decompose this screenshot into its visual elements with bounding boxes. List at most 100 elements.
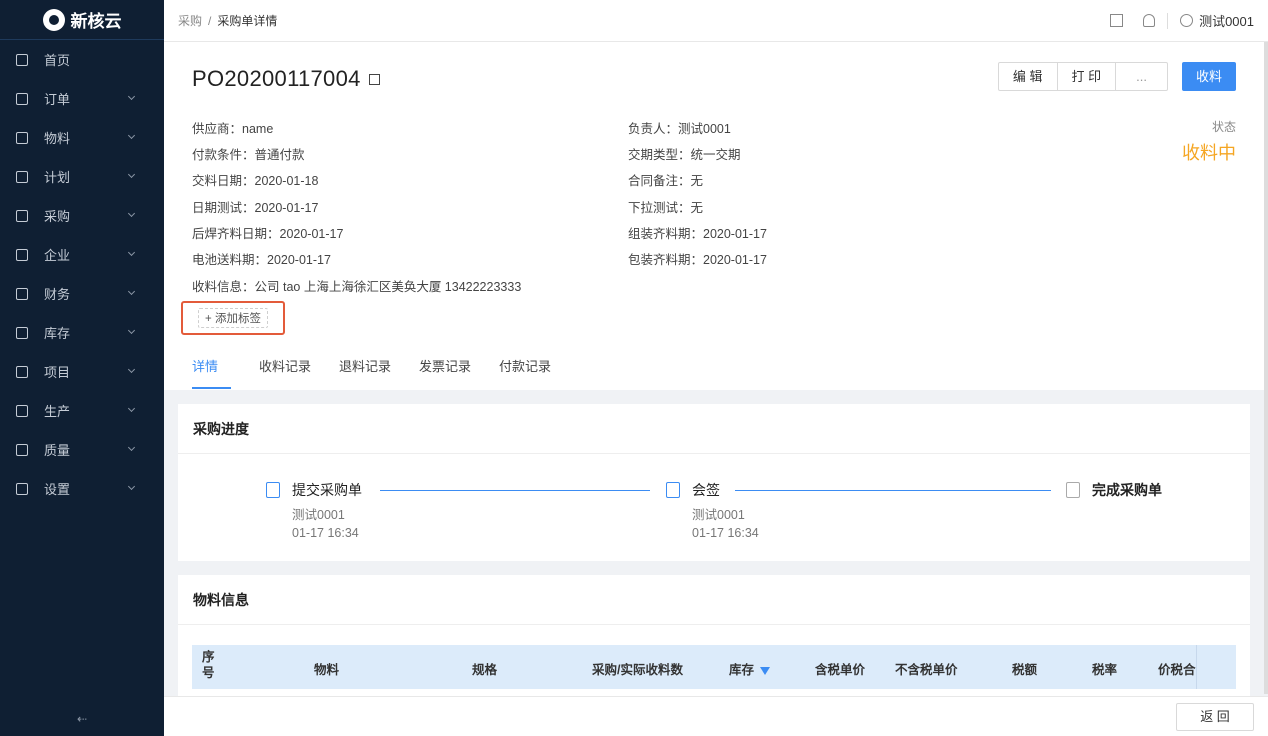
footer-bar: 返 回 (164, 696, 1268, 736)
document-add-icon (266, 482, 280, 498)
sidebar-item-materials[interactable]: 物料 (0, 118, 164, 157)
sidebar-item-finance[interactable]: 财务 (0, 274, 164, 313)
sidebar-item-production[interactable]: 生产 (0, 391, 164, 430)
step-name: 提交采购单 (292, 482, 362, 498)
materials-card: 物料信息 序号 物料 规格 采购/实际收料数 库存 含税单价 不含税单价 税额 … (178, 575, 1250, 705)
sidebar-item-label: 物料 (44, 131, 71, 146)
main-content: PO20200117004 编 辑 打 印 ... 收料 供应商：name 付款… (164, 42, 1268, 736)
info-dropdown-test: 下拉测试：无 (628, 201, 704, 215)
inventory-icon (16, 326, 28, 339)
brand-logo[interactable]: 新核云 (0, 0, 164, 40)
progress-card: 采购进度 提交采购单 测试0001 01-17 16:34 会签 测试0001 … (178, 404, 1250, 561)
tab-receiving-records[interactable]: 收料记录 (259, 356, 311, 389)
sidebar-item-quality[interactable]: 质量 (0, 430, 164, 469)
print-button[interactable]: 打 印 (1058, 63, 1117, 90)
status-block: 状态 收料中 (1182, 118, 1236, 165)
info-contract-note: 合同备注：无 (628, 174, 704, 188)
sidebar-item-purchase[interactable]: 采购 (0, 196, 164, 235)
sidebar-item-label: 库存 (44, 326, 71, 341)
sidebar-item-label: 生产 (44, 404, 71, 419)
tab-payment-records[interactable]: 付款记录 (499, 356, 551, 389)
chevron-down-icon (127, 248, 136, 257)
info-assembly-date: 组装齐料期：2020-01-17 (628, 227, 767, 241)
bell-icon[interactable] (1143, 14, 1156, 27)
info-payment-terms: 付款条件：普通付款 (192, 148, 305, 162)
column-header: 税率 (1092, 663, 1118, 677)
chevron-down-icon (127, 404, 136, 413)
action-bar: 编 辑 打 印 ... 收料 (997, 62, 1236, 91)
info-welding-date: 后焊齐料日期：2020-01-17 (192, 227, 344, 241)
qr-code-icon[interactable] (1110, 14, 1124, 27)
progress-line (380, 490, 650, 491)
fixed-column-divider (1196, 645, 1236, 689)
document-search-icon (666, 482, 680, 498)
user-name[interactable]: 测试0001 (1199, 11, 1254, 30)
receive-button[interactable]: 收料 (1181, 62, 1236, 91)
chevron-down-icon (127, 482, 136, 491)
sidebar-item-settings[interactable]: 设置 (0, 469, 164, 508)
chevron-down-icon (127, 365, 136, 374)
enterprise-icon (16, 248, 28, 261)
more-button[interactable]: ... (1116, 63, 1167, 90)
info-receiving: 收料信息：公司 tao 上海上海徐汇区美奂大厦 13422223333 (192, 280, 522, 294)
order-number: PO20200117004 (192, 66, 361, 91)
progress-title: 采购进度 (178, 404, 1250, 454)
tab-details[interactable]: 详情 (192, 356, 231, 389)
step-user: 测试0001 (292, 508, 345, 522)
materials-table-header: 序号 物料 规格 采购/实际收料数 库存 含税单价 不含税单价 税额 税率 价税… (192, 645, 1236, 689)
button-group: 编 辑 打 印 ... (997, 62, 1168, 91)
edit-button[interactable]: 编 辑 (999, 63, 1058, 90)
scrollbar[interactable] (1264, 42, 1268, 694)
step-submit: 提交采购单 测试0001 01-17 16:34 (266, 480, 362, 542)
order-header: PO20200117004 编 辑 打 印 ... 收料 供应商：name 付款… (164, 42, 1268, 390)
column-header: 含税单价 (815, 663, 866, 677)
sidebar-item-enterprise[interactable]: 企业 (0, 235, 164, 274)
sidebar-item-inventory[interactable]: 库存 (0, 313, 164, 352)
info-supplier: 供应商：name (192, 122, 274, 136)
sidebar-item-project[interactable]: 项目 (0, 352, 164, 391)
brand-name: 新核云 (70, 12, 122, 31)
filter-icon[interactable] (760, 666, 771, 675)
step-user: 测试0001 (692, 508, 745, 522)
chevron-down-icon (127, 326, 136, 335)
sidebar-item-label: 计划 (44, 170, 71, 185)
sidebar-item-label: 设置 (44, 482, 71, 497)
step-name: 完成采购单 (1092, 482, 1162, 498)
home-icon (16, 53, 28, 66)
material-icon (16, 131, 28, 144)
sidebar-item-orders[interactable]: 订单 (0, 79, 164, 118)
column-header-label: 库存 (729, 663, 755, 677)
column-header: 序号 (202, 650, 215, 680)
info-delivery-date: 交料日期：2020-01-18 (192, 174, 319, 188)
progress-steps: 提交采购单 测试0001 01-17 16:34 会签 测试0001 01-17… (178, 454, 1250, 561)
step-complete: 完成采购单 (1066, 480, 1162, 500)
status-label: 状态 (1211, 120, 1236, 134)
logo-icon (42, 8, 65, 31)
column-header: 价税合 (1158, 663, 1196, 677)
back-button[interactable]: 返 回 (1176, 703, 1254, 731)
add-tag-button[interactable]: + 添加标签 (198, 308, 268, 328)
info-battery-date: 电池送料期：2020-01-17 (192, 253, 331, 267)
plan-icon (16, 170, 28, 183)
qr-code-icon[interactable] (368, 73, 380, 85)
collapse-sidebar-button[interactable]: ⇠ (0, 712, 164, 726)
tab-return-records[interactable]: 退料记录 (339, 356, 391, 389)
breadcrumb: 采购 / 采购单详情 (178, 12, 277, 29)
tab-bar: 详情 收料记录 退料记录 发票记录 付款记录 (192, 356, 551, 389)
column-header: 规格 (472, 663, 498, 677)
highlight-box: + 添加标签 (181, 301, 285, 335)
user-icon (1180, 14, 1194, 27)
info-packing-date: 包装齐料期：2020-01-17 (628, 253, 767, 267)
breadcrumb-root[interactable]: 采购 (178, 14, 202, 28)
progress-line (735, 490, 1051, 491)
project-icon (16, 365, 28, 378)
quality-icon (16, 443, 28, 456)
sidebar: 新核云 首页 订单 物料 计划 采购 企业 财务 库存 项目 生产 质量 设置 … (0, 0, 164, 736)
sidebar-item-plan[interactable]: 计划 (0, 157, 164, 196)
status-badge: 收料中 (1182, 143, 1236, 163)
tab-invoice-records[interactable]: 发票记录 (419, 356, 471, 389)
chevron-down-icon (127, 92, 136, 101)
sidebar-item-home[interactable]: 首页 (0, 40, 164, 79)
top-bar: 采购 / 采购单详情 测试0001 (164, 0, 1268, 42)
materials-title: 物料信息 (178, 575, 1250, 625)
